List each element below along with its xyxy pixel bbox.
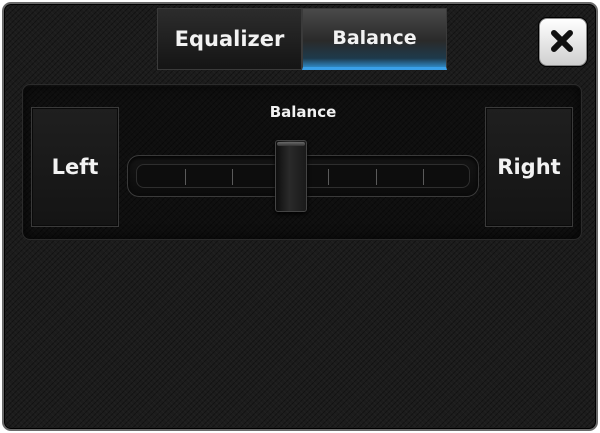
- close-icon: [551, 30, 573, 52]
- tab-balance[interactable]: Balance: [302, 8, 447, 70]
- tab-bar: Equalizer Balance: [157, 8, 447, 70]
- balance-left-button[interactable]: Left: [31, 107, 119, 227]
- balance-slider-label: Balance: [269, 103, 337, 121]
- slider-tick: [232, 169, 233, 185]
- slider-tick: [328, 169, 329, 185]
- slider-tick: [185, 169, 186, 185]
- tab-equalizer-label: Equalizer: [174, 27, 285, 51]
- tab-equalizer[interactable]: Equalizer: [157, 8, 302, 70]
- balance-right-label: Right: [497, 155, 561, 179]
- slider-tick: [423, 169, 424, 185]
- tab-balance-label: Balance: [332, 27, 417, 49]
- balance-slider-thumb[interactable]: [275, 140, 307, 212]
- balance-window: Equalizer Balance Left Balance Right: [2, 2, 598, 431]
- balance-left-label: Left: [51, 155, 99, 179]
- slider-tick: [376, 169, 377, 185]
- close-button[interactable]: [539, 18, 587, 66]
- balance-right-button[interactable]: Right: [485, 107, 573, 227]
